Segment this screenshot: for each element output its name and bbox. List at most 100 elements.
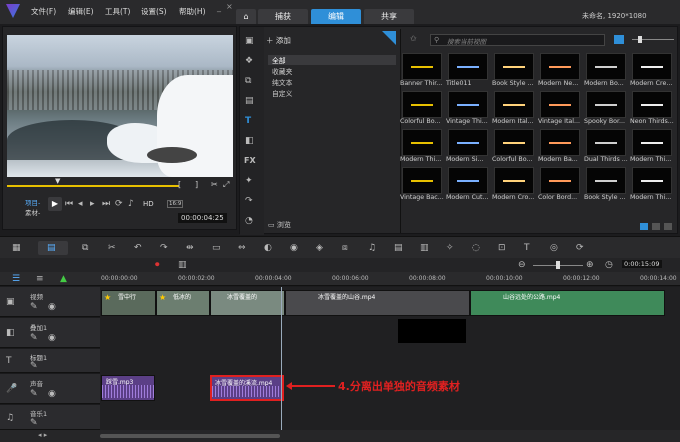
title-template-item[interactable]: Vintage Bac... xyxy=(400,167,444,201)
split-icon[interactable]: ✂ xyxy=(211,180,218,189)
library-option2-icon[interactable] xyxy=(652,223,660,230)
filter-icon[interactable]: FX xyxy=(244,155,256,167)
title-template-item[interactable]: Modern Cut... xyxy=(446,167,490,201)
trim-bar[interactable] xyxy=(7,185,179,187)
instant-project-icon[interactable]: ❖ xyxy=(245,55,253,67)
close-small-icon[interactable]: × xyxy=(226,2,233,11)
color-correct-icon[interactable]: ◉ xyxy=(290,242,298,254)
menu-settings[interactable]: 设置(S) xyxy=(141,6,167,17)
video-clip-4[interactable]: 冰雪覆盖的山谷.mp4 xyxy=(285,290,470,316)
mute-icon[interactable]: ◉ xyxy=(48,301,56,313)
clip-mode-label[interactable]: 素材- xyxy=(25,207,40,217)
collapse-icon[interactable] xyxy=(382,31,396,45)
pan-zoom-icon[interactable]: ⊡ xyxy=(498,242,506,254)
title-template-item[interactable]: Modern Ital... xyxy=(492,91,536,125)
title-template-item[interactable]: Modern Cre... xyxy=(630,53,674,87)
voice-clip-1[interactable]: 踩雪.mp3 xyxy=(101,375,155,401)
voice-clip-2[interactable]: 冰雪覆盖的溪流.mp4 xyxy=(210,375,284,401)
prev-frame-icon[interactable]: ◂ xyxy=(78,198,83,210)
title-template-item[interactable]: Modern Thi... xyxy=(400,129,444,163)
title-template-item[interactable]: Vintage Thi... xyxy=(446,91,490,125)
track-transparency-icon[interactable]: ◐ xyxy=(264,242,272,254)
overlay-icon[interactable]: ◧ xyxy=(245,135,254,147)
title-template-item[interactable]: Modern Thi... xyxy=(630,129,674,163)
storyboard-view-icon[interactable]: ▦ xyxy=(12,242,21,254)
title-template-item[interactable]: Dual Thirds ... xyxy=(584,129,628,163)
browse-button[interactable]: ▭ 浏览 xyxy=(268,220,291,230)
add-track-icon[interactable]: ▲ xyxy=(60,273,67,285)
menu-help[interactable]: 帮助(H) xyxy=(179,6,206,17)
playhead[interactable] xyxy=(281,287,282,430)
track-list-icon[interactable]: ≡ xyxy=(36,273,44,285)
title-template-item[interactable]: Modern Ne... xyxy=(538,53,582,87)
title-template-item[interactable]: Book Style ... xyxy=(492,53,536,87)
search-input[interactable]: ⚲ 搜索当前视图 xyxy=(430,34,605,46)
scroll-thumb[interactable] xyxy=(100,434,280,438)
min-icon[interactable]: _ xyxy=(217,3,221,12)
project-mode-label[interactable]: 项目- xyxy=(25,197,40,207)
title-template-item[interactable]: Modern Ba... xyxy=(538,129,582,163)
scroll-left-icon[interactable]: ◂ ▸ xyxy=(38,431,47,439)
list-view-icon[interactable] xyxy=(614,35,624,44)
library-option3-icon[interactable] xyxy=(664,223,672,230)
title-template-item[interactable]: Colorful Bo... xyxy=(400,91,444,125)
title-template-item[interactable]: Banner Thir... xyxy=(400,53,444,87)
speed-ramp-icon[interactable]: ⟳ xyxy=(576,242,584,254)
title-template-item[interactable]: Spooky Bor... xyxy=(584,91,628,125)
library-option-icon[interactable] xyxy=(640,223,648,230)
video-clip-2[interactable]: 低冰的 ★ xyxy=(156,290,210,316)
volume-icon[interactable]: ♪ xyxy=(128,198,134,210)
folder-all[interactable]: 全部 xyxy=(272,55,286,65)
timeline-scrollbar[interactable]: ◂ ▸ xyxy=(0,430,680,442)
menu-file[interactable]: 文件(F) xyxy=(31,6,56,17)
scrubber-handle[interactable]: ▼ xyxy=(55,177,60,185)
media-icon[interactable]: ▣ xyxy=(245,35,254,47)
aspect-select[interactable]: 16:9 xyxy=(167,200,184,208)
track-manager-icon[interactable]: ☰ xyxy=(12,273,20,285)
title-template-item[interactable]: Modern Si... xyxy=(446,129,490,163)
fit-icon[interactable]: ◷ xyxy=(605,259,613,271)
motion-track-icon[interactable]: ✧ xyxy=(446,242,454,254)
mixer-icon[interactable]: ▥ xyxy=(178,259,187,271)
graphics-icon[interactable]: ▤ xyxy=(245,95,254,107)
title-template-item[interactable]: Colorful Bo... xyxy=(492,129,536,163)
transition-icon[interactable]: ⧉ xyxy=(245,75,251,87)
redo-icon[interactable]: ↷ xyxy=(160,242,168,254)
mark-in-icon[interactable]: [ xyxy=(178,180,181,189)
blend-icon[interactable]: ◈ xyxy=(316,242,323,254)
video-clip-1[interactable]: 雪中行 ★ xyxy=(101,290,156,316)
voice-vol-icon[interactable]: ◉ xyxy=(48,388,56,400)
overlay-eye-icon[interactable]: ◉ xyxy=(48,332,56,344)
thumb-slider-handle[interactable] xyxy=(638,36,642,43)
video-clip-3[interactable]: 冰雪覆盖的 xyxy=(210,290,285,316)
speed-icon[interactable]: ◔ xyxy=(245,215,253,227)
tab-edit[interactable]: 编辑 xyxy=(311,9,361,24)
menu-edit[interactable]: 编辑(E) xyxy=(68,6,94,17)
mask-icon[interactable]: ◌ xyxy=(472,242,480,254)
timelapse-icon[interactable]: ◎ xyxy=(550,242,558,254)
timeline-view-icon[interactable]: ▤ xyxy=(47,242,56,254)
tab-share[interactable]: 共享 xyxy=(364,9,414,24)
music-edit-icon[interactable]: ✎ xyxy=(30,417,38,429)
title-template-item[interactable]: Book Style ... xyxy=(584,167,628,201)
cut-icon[interactable]: ✂ xyxy=(108,242,116,254)
next-frame-icon[interactable]: ▸ xyxy=(90,198,95,210)
add-button[interactable]: ＋ 添加 xyxy=(266,35,291,46)
effects-icon[interactable]: ⧈ xyxy=(342,242,348,254)
folder-plain-text[interactable]: 纯文本 xyxy=(272,77,292,87)
overlay-edit-icon[interactable]: ✎ xyxy=(30,332,38,344)
zoom-handle[interactable] xyxy=(556,261,560,269)
split-clip-icon[interactable]: ⇹ xyxy=(186,242,194,254)
menu-tools[interactable]: 工具(T) xyxy=(105,6,130,17)
zoom-in-icon[interactable]: ⊕ xyxy=(586,259,594,271)
title-template-item[interactable]: Neon Thirds... xyxy=(630,91,674,125)
title-template-item[interactable]: Modern Bo... xyxy=(584,53,628,87)
record-icon[interactable]: ⏺ xyxy=(155,259,160,271)
home-start-icon[interactable]: ⏮ xyxy=(65,198,73,210)
title-template-item[interactable]: Modern Thi... xyxy=(630,167,674,201)
title-edit-icon[interactable]: ✎ xyxy=(30,360,38,372)
lock-icon[interactable]: ✎ xyxy=(30,301,38,313)
repeat-icon[interactable]: ⟳ xyxy=(115,198,123,210)
ripple-icon[interactable]: ⇔ xyxy=(238,242,246,254)
title-template-item[interactable]: Vintage Ital... xyxy=(538,91,582,125)
